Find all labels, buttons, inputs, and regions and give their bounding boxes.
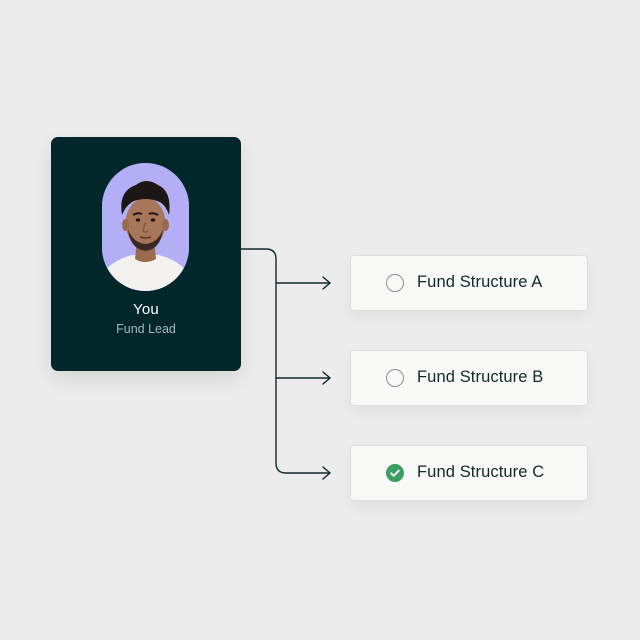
option-label: Fund Structure C xyxy=(417,463,545,481)
person-portrait-icon xyxy=(102,163,189,291)
radio-unchecked-icon[interactable] xyxy=(386,274,404,292)
check-circle-icon[interactable] xyxy=(386,464,404,482)
profile-role: Fund Lead xyxy=(116,322,176,336)
option-fund-structure-a[interactable]: Fund Structure A xyxy=(350,255,588,311)
arrow-head-c-icon xyxy=(322,466,331,480)
profile-name: You xyxy=(133,301,159,318)
option-label: Fund Structure B xyxy=(417,368,544,386)
option-label: Fund Structure A xyxy=(417,273,543,291)
radio-unchecked-icon[interactable] xyxy=(386,369,404,387)
option-fund-structure-c[interactable]: Fund Structure C xyxy=(350,445,588,501)
option-fund-structure-b[interactable]: Fund Structure B xyxy=(350,350,588,406)
connector-main xyxy=(240,248,331,474)
arrow-head-a-icon xyxy=(322,276,331,290)
arrow-head-b-icon xyxy=(322,371,331,385)
avatar xyxy=(102,163,189,291)
profile-card: You Fund Lead xyxy=(51,137,241,371)
